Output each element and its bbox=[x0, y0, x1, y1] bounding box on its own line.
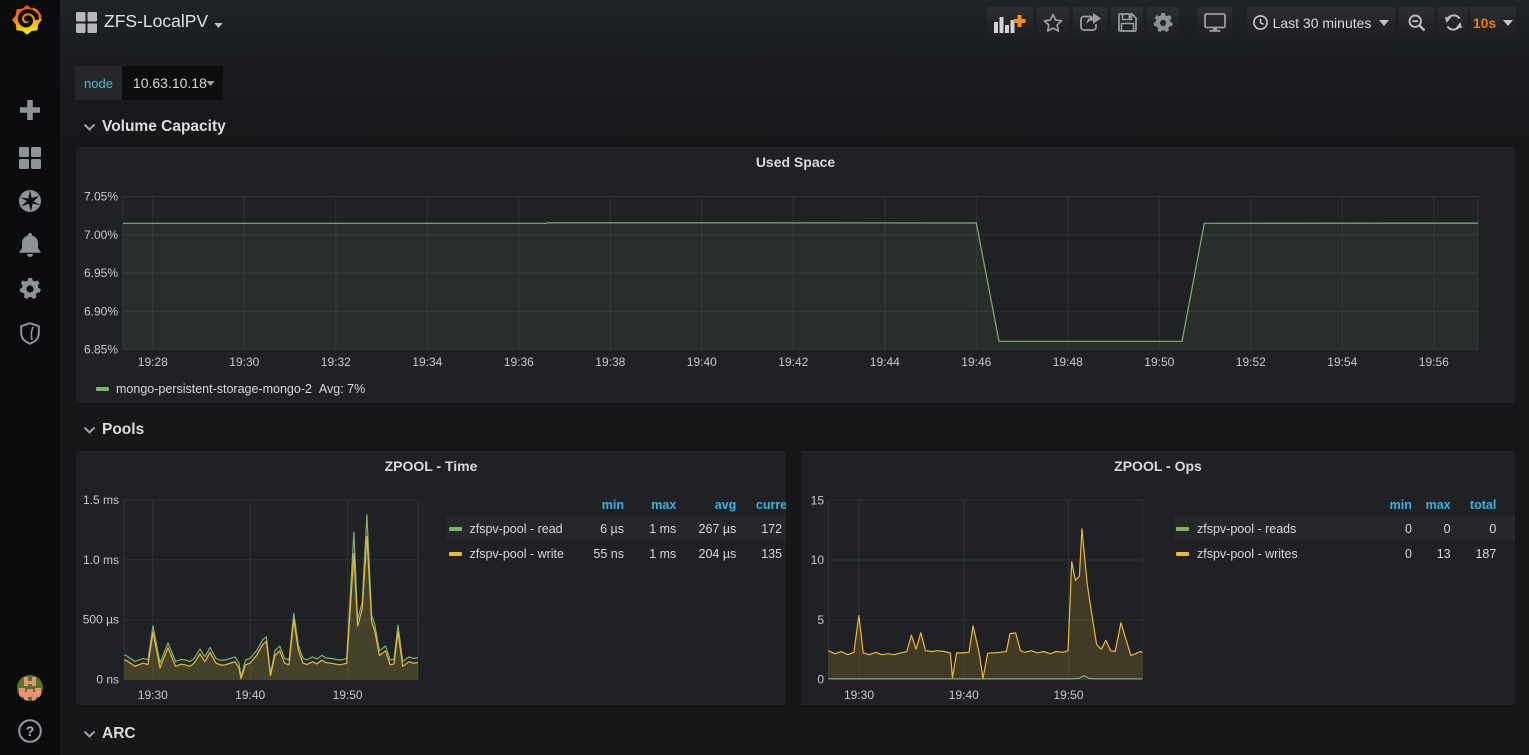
svg-text:6.95%: 6.95% bbox=[84, 266, 118, 280]
svg-text:6.90%: 6.90% bbox=[84, 304, 118, 318]
svg-text:19:28: 19:28 bbox=[138, 355, 168, 369]
svg-text:19:30: 19:30 bbox=[138, 688, 168, 702]
svg-text:19:38: 19:38 bbox=[595, 355, 625, 369]
svg-text:19:30: 19:30 bbox=[844, 688, 874, 702]
svg-text:500 µs: 500 µs bbox=[83, 613, 119, 627]
svg-text:19:40: 19:40 bbox=[687, 355, 717, 369]
svg-text:19:42: 19:42 bbox=[778, 355, 808, 369]
svg-text:19:56: 19:56 bbox=[1419, 355, 1449, 369]
svg-text:10: 10 bbox=[811, 553, 825, 567]
svg-text:19:54: 19:54 bbox=[1327, 355, 1357, 369]
svg-text:7.00%: 7.00% bbox=[84, 228, 118, 242]
svg-text:19:34: 19:34 bbox=[412, 355, 442, 369]
svg-text:19:50: 19:50 bbox=[333, 688, 363, 702]
svg-text:19:50: 19:50 bbox=[1144, 355, 1174, 369]
svg-text:1.0 ms: 1.0 ms bbox=[83, 553, 119, 567]
svg-text:19:48: 19:48 bbox=[1053, 355, 1083, 369]
svg-text:0: 0 bbox=[817, 673, 824, 687]
svg-text:19:30: 19:30 bbox=[229, 355, 259, 369]
svg-text:19:36: 19:36 bbox=[504, 355, 534, 369]
svg-text:19:46: 19:46 bbox=[961, 355, 991, 369]
svg-text:19:52: 19:52 bbox=[1236, 355, 1266, 369]
svg-text:5: 5 bbox=[817, 613, 824, 627]
svg-text:19:40: 19:40 bbox=[949, 688, 979, 702]
svg-text:6.85%: 6.85% bbox=[84, 343, 118, 357]
svg-text:19:44: 19:44 bbox=[870, 355, 900, 369]
svg-text:7.05%: 7.05% bbox=[84, 190, 118, 204]
svg-text:0 ns: 0 ns bbox=[96, 673, 119, 687]
svg-text:19:32: 19:32 bbox=[321, 355, 351, 369]
svg-text:?: ? bbox=[26, 723, 35, 739]
svg-text:19:40: 19:40 bbox=[235, 688, 265, 702]
svg-text:15: 15 bbox=[811, 493, 825, 507]
svg-text:1.5 ms: 1.5 ms bbox=[83, 493, 119, 507]
svg-text:19:50: 19:50 bbox=[1053, 688, 1083, 702]
